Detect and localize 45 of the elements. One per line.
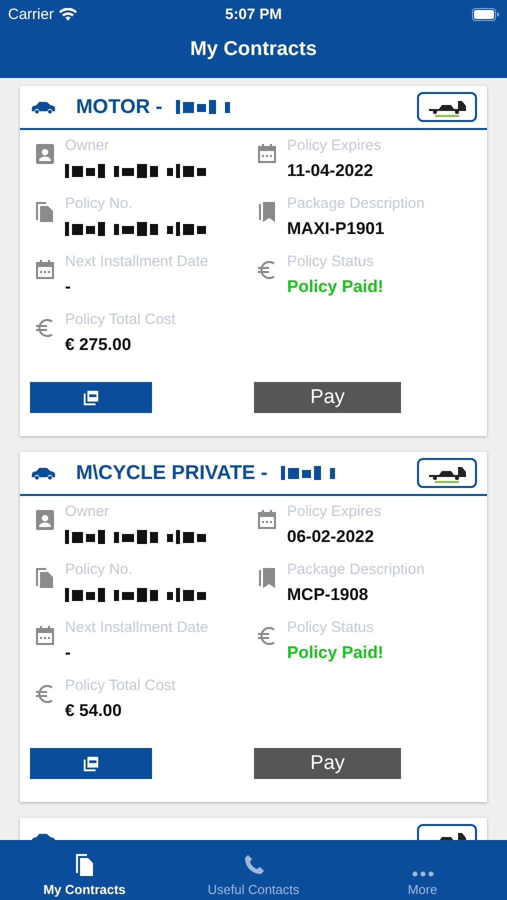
- field-value: € 275.00: [65, 334, 132, 356]
- pdf-button[interactable]: [30, 748, 152, 779]
- field-label: Policy Status: [287, 618, 375, 638]
- field-label: Policy Total Cost: [65, 676, 176, 696]
- car-icon: [30, 466, 56, 480]
- field-label: Package Description: [287, 194, 425, 214]
- tab-item[interactable]: My Contracts: [0, 840, 169, 900]
- field-value: -: [65, 276, 72, 298]
- pay-button[interactable]: Pay: [254, 748, 401, 779]
- field-value: -: [65, 642, 72, 664]
- carrier-label: Carrier: [8, 6, 54, 22]
- tab-item[interactable]: Useful Contacts: [169, 840, 338, 900]
- field-label: Policy Total Cost: [65, 310, 176, 330]
- field-label: Owner: [65, 136, 110, 156]
- tab-item[interactable]: More: [338, 840, 507, 900]
- field-value: 11-04-2022: [287, 160, 374, 182]
- field-label: Policy Status: [287, 252, 375, 272]
- field-label: Policy Expires: [287, 136, 382, 156]
- field-value: MCP-1908: [287, 584, 370, 606]
- car-icon: [30, 100, 56, 114]
- pdf-icon: [82, 754, 100, 772]
- field-value: Policy Paid!: [287, 642, 384, 664]
- clock-time: 5:07 PM: [225, 6, 282, 22]
- field-label: Package Description: [287, 560, 425, 580]
- field-label: Policy No.: [65, 560, 134, 580]
- contract-title: MOTOR -: [76, 96, 162, 118]
- contract-title: M\CYCLE PRIVATE -: [76, 462, 268, 484]
- battery-icon: [472, 8, 499, 20]
- tow-truck-logo: [417, 458, 477, 488]
- more-icon: [410, 870, 434, 878]
- pdf-button[interactable]: [30, 382, 152, 413]
- field-value: € 54.00: [65, 700, 123, 722]
- field-value: MAXI-P1901: [287, 218, 386, 240]
- field-label: Owner: [65, 502, 110, 522]
- field-label: Next Installment Date: [65, 252, 208, 272]
- field-value: 06-02-2022: [287, 526, 375, 548]
- field-value: Policy Paid!: [287, 276, 384, 298]
- field-label: Policy Expires: [287, 502, 382, 522]
- wifi-icon: [58, 8, 77, 20]
- pay-button[interactable]: Pay: [254, 382, 401, 413]
- field-label: Policy No.: [65, 194, 134, 214]
- page-title: My Contracts: [189, 37, 318, 62]
- pdf-icon: [82, 388, 100, 406]
- field-label: Next Installment Date: [65, 618, 208, 638]
- tow-truck-logo: [417, 92, 477, 122]
